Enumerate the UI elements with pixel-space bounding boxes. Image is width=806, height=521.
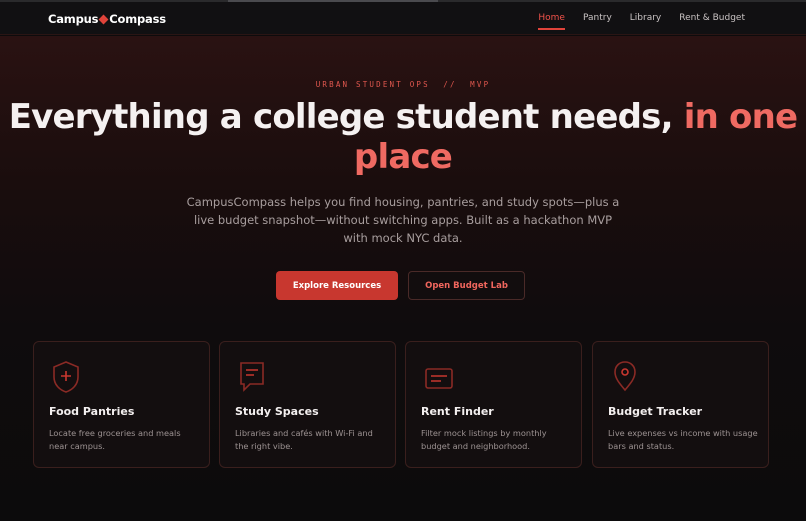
nav-links: Home Pantry Library Rent & Budget (538, 13, 745, 30)
card-title: Rent Finder (421, 405, 494, 418)
hero-subtitle: CampusCompass helps you find housing, pa… (186, 195, 620, 245)
map-pin-icon (614, 361, 636, 392)
document-icon (240, 362, 264, 392)
card-desc: Live expenses vs income with usage bars … (608, 428, 758, 451)
card-desc: Filter mock listings by monthly budget a… (421, 428, 547, 451)
nav-link-rent-budget[interactable]: Rent & Budget (679, 13, 745, 23)
nav-link-library[interactable]: Library (630, 13, 661, 23)
nav-link-home[interactable]: Home (538, 13, 565, 30)
hero-eyebrow: URBAN STUDENT OPS // MVP (315, 80, 491, 89)
card-icon (425, 368, 453, 389)
brand-right: Compass (109, 12, 166, 26)
headline-main: Everything a college student needs, (8, 97, 684, 137)
card-desc: Locate free groceries and meals near cam… (49, 428, 181, 451)
brand-left: Campus (48, 12, 99, 26)
brand-diamond-icon (98, 14, 109, 24)
nav-link-pantry[interactable]: Pantry (583, 13, 612, 23)
card-rent-finder[interactable]: Rent Finder Filter mock listings by mont… (405, 341, 582, 468)
card-desc: Libraries and cafés with Wi-Fi and the r… (235, 428, 373, 451)
shield-plus-icon (53, 361, 79, 393)
hero-headline: Everything a college student needs, in o… (0, 97, 806, 177)
card-title: Budget Tracker (608, 405, 703, 418)
card-title: Study Spaces (235, 405, 319, 418)
brand-logo[interactable]: Campus Compass (48, 12, 166, 26)
card-food-pantries[interactable]: Food Pantries Locate free groceries and … (33, 341, 210, 468)
explore-resources-button[interactable]: Explore Resources (276, 271, 398, 300)
card-title: Food Pantries (49, 405, 135, 418)
top-navbar: Campus Compass Home Pantry Library Rent … (0, 2, 806, 35)
card-study-spaces[interactable]: Study Spaces Libraries and cafés with Wi… (219, 341, 396, 468)
open-budget-lab-button[interactable]: Open Budget Lab (408, 271, 525, 300)
card-budget-tracker[interactable]: Budget Tracker Live expenses vs income w… (592, 341, 769, 468)
